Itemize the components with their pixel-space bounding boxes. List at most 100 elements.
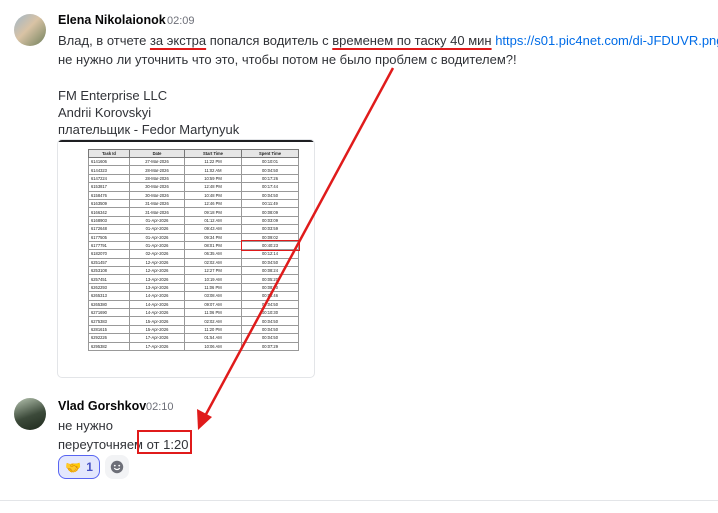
table-cell: 03:08 AM	[184, 291, 242, 301]
table-cell: 00:04:46	[241, 291, 299, 301]
table-cell: 12-Apr-2026	[129, 257, 185, 268]
table-cell: 10:59 PM	[184, 173, 242, 184]
message-composer[interactable]	[0, 500, 718, 513]
table-cell: 11:22 PM	[184, 156, 242, 167]
table-cell: 00:05:20	[241, 274, 299, 284]
table-cell: 00:03:59	[241, 224, 299, 234]
table-cell: 00:12:14	[241, 249, 299, 259]
table-cell: 28-Mar-2026	[129, 165, 185, 175]
table-row: 6251457 12-Apr-2026 02:02 AM 00:04:50	[88, 257, 299, 268]
table-cell: 6262293	[88, 282, 130, 293]
author-name[interactable]: Vlad Gorshkov	[58, 399, 146, 413]
table-cell: 00:04:50	[241, 333, 299, 343]
table-cell: 00:03:09	[241, 215, 299, 226]
table-cell: 6172648	[88, 224, 130, 234]
table-row: 6177791 01-Apr-2026 08:01 PM 00:40:23	[88, 240, 300, 251]
table-cell: 09:07 AM	[184, 299, 242, 310]
table-cell: 27-Mar-2026	[129, 156, 185, 167]
table-cell: 12-Apr-2026	[129, 266, 185, 276]
table-cell: 00:04:50	[241, 299, 299, 310]
table-cell: 6292226	[88, 333, 130, 343]
table-cell: 30-Mar-2026	[129, 182, 185, 192]
table-cell: 14-Apr-2026	[129, 308, 185, 318]
table-row: 6182070 02-Apr-2026 06:35 AM 00:12:14	[88, 249, 299, 259]
table-cell: 31-Mar-2026	[129, 207, 185, 217]
table-row: 6163509 31-Mar-2026 12:46 PM 00:11:49	[88, 198, 299, 209]
author-name[interactable]: Elena Nikolaionok	[58, 13, 166, 27]
table-cell: 09:43 AM	[184, 224, 242, 234]
table-cell: 6271690	[88, 308, 130, 318]
avatar-vlad[interactable]	[14, 398, 46, 430]
table-cell: 00:10:01	[241, 156, 299, 167]
table-cell: 02-Apr-2026	[129, 249, 185, 259]
table-cell: 6153817	[88, 182, 130, 192]
table-row: 6141606 27-Mar-2026 11:22 PM 00:10:01	[88, 156, 299, 167]
add-reaction-button[interactable]	[105, 455, 129, 479]
table-cell: 01:54 AM	[184, 333, 242, 343]
table-cell: 10:48 PM	[184, 190, 242, 200]
table-cell: 00:17:44	[241, 182, 299, 192]
highlighted-text: временем по таску 40 мин	[332, 33, 492, 48]
table-cell: 6265313	[88, 291, 130, 301]
reaction-handshake[interactable]: 🤝 1	[58, 455, 100, 479]
reaction-count: 1	[86, 460, 93, 474]
table-cell: 00:08:30	[241, 282, 299, 293]
table-cell: 6253108	[88, 266, 130, 276]
handshake-emoji-icon: 🤝	[65, 459, 82, 475]
message-text: попался водитель с	[206, 33, 333, 48]
table-row: 6257451 13-Apr-2026 10:19 AM 00:05:20	[88, 274, 299, 284]
table-cell: 00:04:50	[241, 257, 299, 268]
message-link[interactable]: https://s01.pic4net.com/di-JFDUVR.png	[495, 33, 718, 48]
table-row: 6292226 17-Apr-2026 01:54 AM 00:04:50	[88, 333, 299, 343]
table-cell: 00:40:23	[240, 240, 300, 251]
annotation-highlight-box	[137, 430, 192, 454]
table-row: 6265313 14-Apr-2026 03:08 AM 00:04:46	[88, 291, 299, 301]
table-cell: 6295382	[88, 341, 130, 352]
table-cell: 00:10:30	[241, 308, 299, 318]
table-row: 6172648 01-Apr-2026 09:43 AM 00:03:59	[88, 224, 299, 234]
table-cell: 31-Mar-2026	[129, 198, 185, 209]
table-cell: 14-Apr-2026	[129, 299, 185, 310]
table-row: 6265380 14-Apr-2026 09:07 AM 00:04:50	[88, 299, 299, 310]
table-row: 6168903 01-Apr-2026 01:12 AM 00:03:09	[88, 215, 299, 226]
table-row: 6271690 14-Apr-2026 11:06 PM 00:10:30	[88, 308, 299, 318]
table-cell: 09:34 PM	[184, 232, 242, 242]
table-cell: 15-Apr-2026	[129, 324, 185, 335]
arrow-head	[197, 409, 212, 430]
message-line: не нужно ли уточнить что это, чтобы пото…	[58, 52, 517, 67]
table-cell: 28-Mar-2026	[129, 173, 185, 184]
table-cell: 6251457	[88, 257, 130, 268]
message-line: FM Enterprise LLC	[58, 88, 168, 103]
table-cell: 00:09:02	[241, 232, 299, 242]
table-cell: 01-Apr-2026	[129, 232, 185, 242]
table-cell: 6177791	[88, 240, 130, 251]
table-cell: 00:11:49	[241, 198, 299, 209]
table-cell: 6257451	[88, 274, 130, 284]
table-header-cell: Date	[129, 149, 185, 158]
message-timestamp: 02:10	[146, 401, 174, 413]
table-cell: 6275383	[88, 316, 130, 326]
table-cell: 6166342	[88, 207, 130, 217]
attached-image[interactable]: Task Id Date Start Time Spent Time 6141606 2…	[58, 140, 314, 377]
table-cell: 6163509	[88, 198, 130, 209]
table-cell: 6147224	[88, 173, 130, 184]
table-cell: 6177505	[88, 232, 130, 242]
table-cell: 6158476	[88, 190, 130, 200]
table-header-cell: Start Time	[184, 149, 242, 158]
table-row: 6144323 28-Mar-2026 11:02 AM 00:04:50	[88, 165, 299, 175]
table-cell: 06:35 AM	[184, 249, 242, 259]
message-line: плательщик - Fedor Martynyuk	[58, 122, 240, 137]
avatar-elena[interactable]	[14, 14, 46, 46]
table-cell: 17-Apr-2026	[129, 333, 185, 343]
report-table: Task Id Date Start Time Spent Time 6141606 2…	[88, 149, 300, 352]
table-cell: 12:48 PM	[184, 182, 242, 192]
table-cell: 00:04:50	[241, 316, 299, 326]
table-row: 6166342 31-Mar-2026 09:18 PM 00:08:09	[88, 207, 299, 217]
table-row: 6281615 15-Apr-2026 11:20 PM 00:04:50	[88, 324, 299, 335]
table-cell: 00:08:09	[241, 207, 299, 217]
table-header-cell: Spent Time	[241, 149, 299, 158]
table-cell: 6281615	[88, 324, 130, 335]
image-top-bar	[58, 140, 314, 142]
table-cell: 00:08:24	[241, 266, 299, 276]
table-cell: 01-Apr-2026	[129, 215, 185, 226]
